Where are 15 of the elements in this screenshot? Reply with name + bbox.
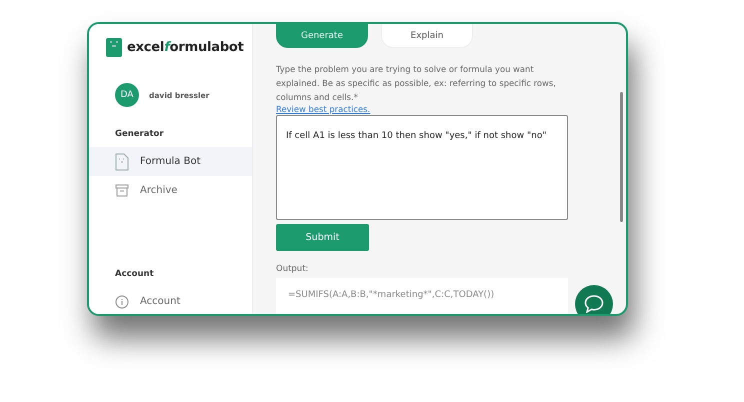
nav-item[interactable]: Archive — [89, 176, 252, 205]
user-avatar: DA — [115, 83, 139, 107]
tab[interactable]: Explain — [381, 24, 473, 48]
problem-field[interactable]: If cell A1 is less than 10 then show "yes," if not show "no" — [276, 115, 568, 220]
section-heading: Generator — [114, 129, 165, 139]
nav-item[interactable]: Formula Bot — [89, 147, 252, 176]
section-heading: Account — [114, 269, 155, 279]
tab[interactable]: Generate — [276, 24, 368, 48]
logo-text: excelformulabot — [127, 40, 244, 55]
nav-item[interactable]: Account — [89, 287, 252, 314]
output-label: Output: — [276, 264, 310, 274]
submit-button[interactable]: Submit — [276, 224, 369, 251]
output-field: =SUMIFS(A:A,B:B,"*marketing*",C:C,TODAY()) — [276, 278, 568, 314]
instructions-text: Type the problem you are trying to solve or formula you want explained. Be as specific as possible, ex: referring to specific rows, columns and cells.* — [276, 63, 557, 104]
best-practices-link[interactable]: Review best practices. — [276, 104, 370, 115]
